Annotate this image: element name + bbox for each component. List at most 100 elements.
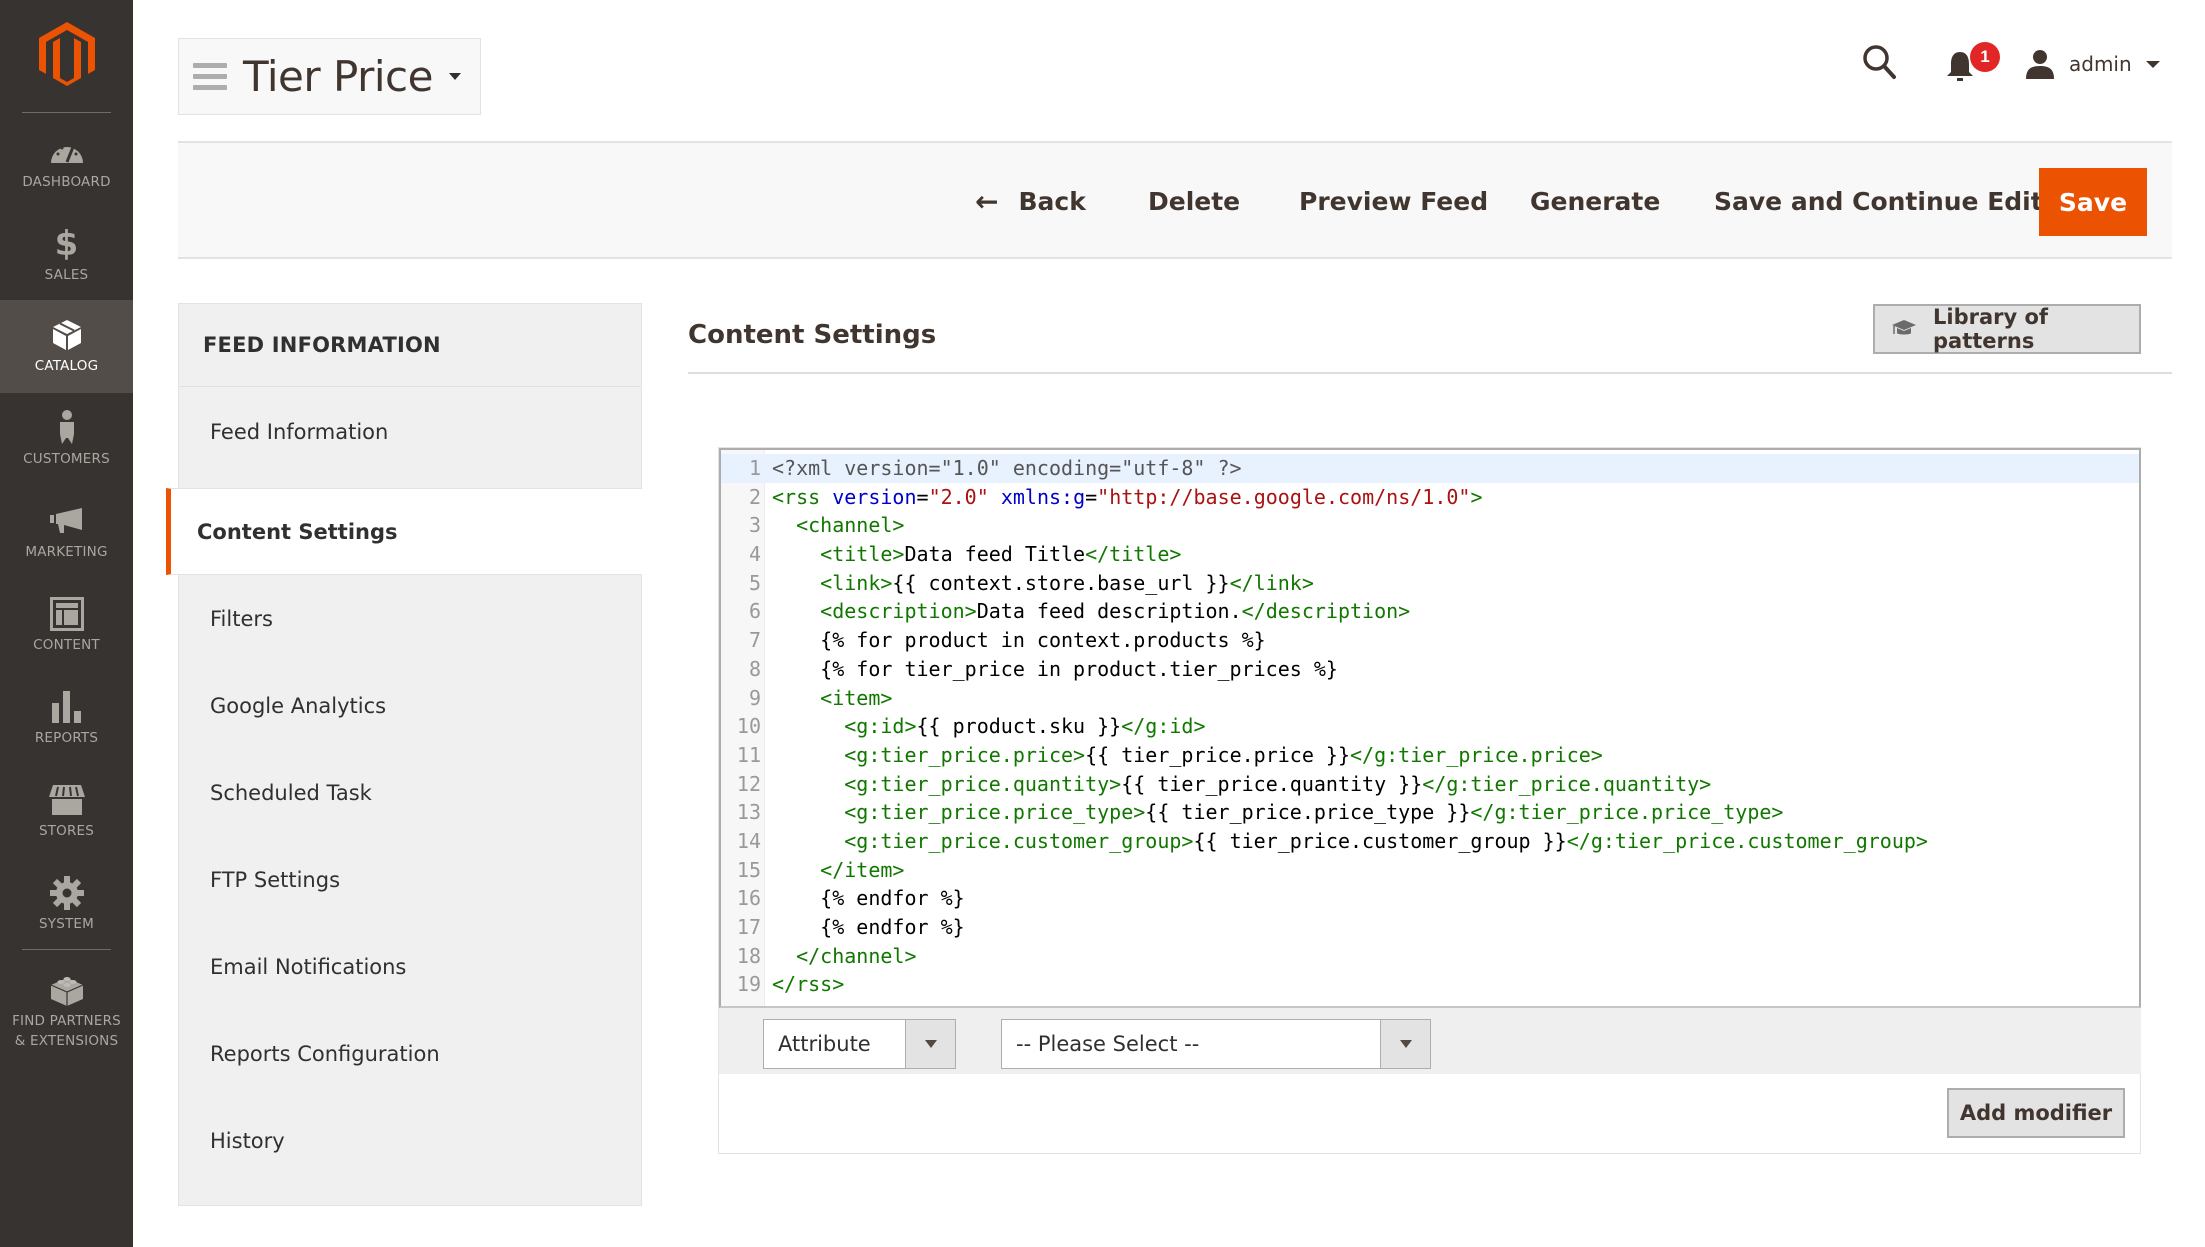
notification-count-badge: 1 xyxy=(1970,42,2000,72)
feed-tabs-panel: FEED INFORMATION Feed Information Conten… xyxy=(166,303,642,1206)
code-token: </rss> xyxy=(772,972,845,997)
page-actions-toolbar: ← Back Delete Preview Feed Generate Save… xyxy=(178,141,2172,259)
code-line: 14 <g:tier_price.customer_group>{{ tier_… xyxy=(721,827,2139,856)
line-number: 7 xyxy=(748,628,761,653)
tab-ftp-settings[interactable]: FTP Settings xyxy=(179,836,642,923)
code-token: </link> xyxy=(1229,570,1314,595)
modifier-type-select[interactable]: Attribute xyxy=(763,1019,956,1069)
line-number: 3 xyxy=(748,513,761,538)
user-account-menu[interactable]: admin xyxy=(2025,46,2160,82)
tab-feed-information[interactable]: Feed Information xyxy=(179,388,642,475)
code-token: {% for product in context.products %} xyxy=(772,628,1266,653)
magento-logo[interactable] xyxy=(0,22,133,92)
line-number: 15 xyxy=(736,857,761,882)
tab-reports-configuration[interactable]: Reports Configuration xyxy=(179,1010,642,1097)
sidebar-item-system[interactable]: SYSTEM xyxy=(0,858,133,951)
sidebar-item-marketing[interactable]: MARKETING xyxy=(0,486,133,579)
code-token: <rss xyxy=(772,484,821,509)
chevron-down-icon xyxy=(1380,1020,1430,1068)
library-of-patterns-button[interactable]: Library of patterns xyxy=(1873,304,2141,354)
line-text: </item> xyxy=(772,856,904,885)
code-token: </g:tier_price.price_type> xyxy=(1470,800,1784,825)
back-label: Back xyxy=(1018,186,1086,216)
code-token: "http://base.google.com/ns/1.0" xyxy=(1097,484,1471,509)
code-token: <g:tier_price.price> xyxy=(844,742,1086,767)
page-title-switcher[interactable]: Tier Price xyxy=(178,38,481,115)
box-icon xyxy=(52,318,82,352)
code-token: <title> xyxy=(820,542,905,567)
tab-filters[interactable]: Filters xyxy=(179,575,642,662)
sidebar-item-dashboard[interactable]: DASHBOARD xyxy=(0,116,133,209)
tab-scheduled-task[interactable]: Scheduled Task xyxy=(179,749,642,836)
add-modifier-button[interactable]: Add modifier xyxy=(1947,1088,2125,1138)
code-token: <g:tier_price.price_type> xyxy=(844,800,1146,825)
sidebar-item-stores[interactable]: STORES xyxy=(0,765,133,858)
delete-button[interactable]: Delete xyxy=(1148,181,1240,221)
sidebar-item-reports[interactable]: REPORTS xyxy=(0,672,133,765)
admin-sidebar: DASHBOARD $ SALES CATALOG CUSTOMERS MARK… xyxy=(0,0,133,1247)
save-button[interactable]: Save xyxy=(2039,168,2147,236)
tab-google-analytics[interactable]: Google Analytics xyxy=(179,662,642,749)
generate-button[interactable]: Generate xyxy=(1530,181,1660,221)
notifications-button[interactable]: 1 xyxy=(1940,42,2000,86)
preview-feed-button[interactable]: Preview Feed xyxy=(1299,181,1488,221)
code-token: xmlns:g xyxy=(1000,484,1086,509)
code-token: "2.0" xyxy=(928,484,989,509)
code-token: <description> xyxy=(820,599,977,624)
sidebar-item-label: CATALOG xyxy=(34,357,99,374)
code-token: {% endfor %} xyxy=(772,886,965,911)
code-line: 6 <description>Data feed description.</d… xyxy=(721,597,2139,626)
graduation-cap-icon xyxy=(1891,319,1917,339)
storefront-icon xyxy=(48,783,85,817)
tabs-heading: FEED INFORMATION xyxy=(179,304,641,387)
line-number: 13 xyxy=(736,800,761,825)
sidebar-item-catalog[interactable]: CATALOG xyxy=(0,300,133,393)
global-search-button[interactable] xyxy=(1862,44,1902,84)
line-number: 14 xyxy=(736,828,761,853)
lego-brick-icon xyxy=(50,973,84,1007)
code-token: {% for tier_price in product.tier_prices… xyxy=(772,656,1338,681)
code-token: {{ product.sku }} xyxy=(916,714,1122,739)
tab-email-notifications[interactable]: Email Notifications xyxy=(179,923,642,1010)
chevron-down-icon xyxy=(2145,60,2160,68)
line-text: {% for product in context.products %} xyxy=(772,626,1266,655)
sidebar-item-find-partners[interactable]: FIND PARTNERS & EXTENSIONS xyxy=(0,958,133,1066)
line-number: 9 xyxy=(748,685,761,710)
attribute-select-value: -- Please Select -- xyxy=(1016,1032,1200,1056)
code-token: {{ tier_price.price }} xyxy=(1085,742,1350,767)
code-line: 12 <g:tier_price.quantity>{{ tier_price.… xyxy=(721,770,2139,799)
line-text: <item> xyxy=(772,684,892,713)
line-text: <g:id>{{ product.sku }}</g:id> xyxy=(772,712,1205,741)
sidebar-divider xyxy=(22,949,111,950)
line-text: {% for tier_price in product.tier_prices… xyxy=(772,655,1338,684)
code-line: 5 <link>{{ context.store.base_url }}</li… xyxy=(721,569,2139,598)
line-number: 16 xyxy=(736,886,761,911)
hamburger-icon xyxy=(193,63,227,90)
save-and-continue-button[interactable]: Save and Continue Edit xyxy=(1714,181,2043,221)
attribute-select[interactable]: -- Please Select -- xyxy=(1001,1019,1431,1069)
sidebar-item-customers[interactable]: CUSTOMERS xyxy=(0,393,133,486)
tab-history[interactable]: History xyxy=(179,1097,642,1184)
line-text: </rss> xyxy=(772,970,844,999)
sidebar-item-label: CUSTOMERS xyxy=(23,450,110,467)
code-line: 17 {% endfor %} xyxy=(721,913,2139,942)
code-editor[interactable]: 1 <?xml version="1.0" encoding="utf-8" ?>… xyxy=(719,448,2141,1008)
code-line: 1 <?xml version="1.0" encoding="utf-8" ?> xyxy=(721,454,2139,483)
sidebar-item-sales[interactable]: $ SALES xyxy=(0,209,133,302)
sidebar-item-content[interactable]: CONTENT xyxy=(0,579,133,672)
code-line: 18 </channel> xyxy=(721,942,2139,971)
code-token: </description> xyxy=(1241,599,1411,624)
username: admin xyxy=(2069,52,2132,76)
code-token: <g:tier_price.customer_group> xyxy=(844,828,1194,853)
gear-icon xyxy=(49,875,84,910)
line-text: {% endfor %} xyxy=(772,884,965,913)
back-button[interactable]: ← Back xyxy=(975,181,1086,221)
code-line: 4 <title>Data feed Title</title> xyxy=(721,540,2139,569)
tab-content-settings[interactable]: Content Settings xyxy=(166,488,642,575)
line-number: 4 xyxy=(748,542,761,567)
